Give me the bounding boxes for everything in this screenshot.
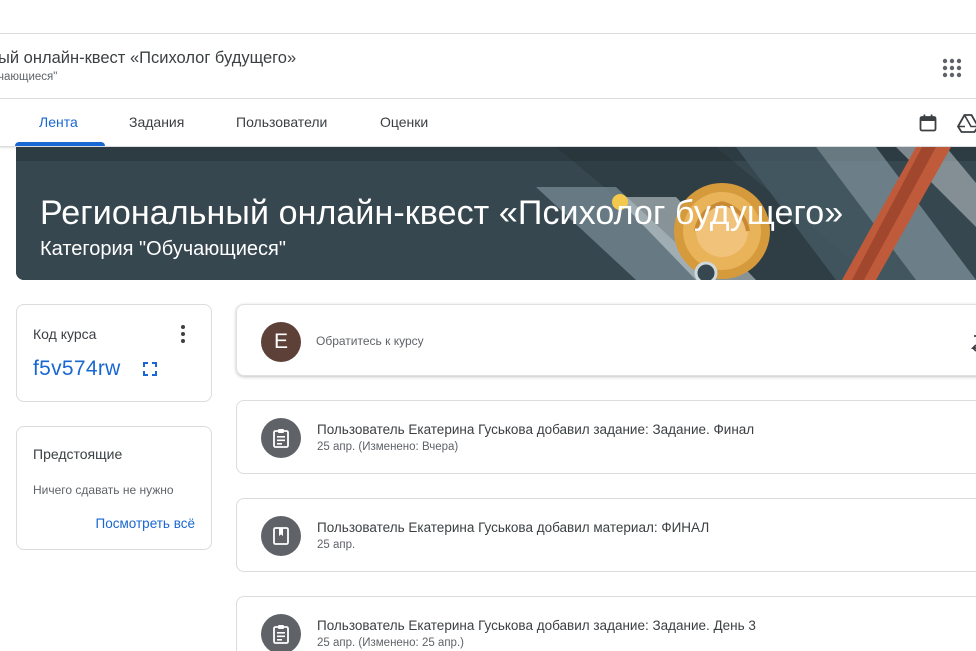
- tab-classwork[interactable]: Задания: [129, 99, 184, 146]
- upcoming-empty-text: Ничего сдавать не нужно: [33, 483, 174, 497]
- user-avatar: E: [261, 322, 301, 362]
- post-date: 25 апр. (Изменено: 25 апр.): [317, 637, 464, 649]
- class-code-value: f5v574rw: [33, 357, 121, 380]
- assignment-icon: [261, 614, 301, 651]
- stream-post[interactable]: Пользователь Екатерина Гуськова добавил …: [236, 596, 976, 651]
- active-tab-indicator: [15, 142, 105, 146]
- post-date: 25 апр. (Изменено: Вчера): [317, 441, 459, 453]
- material-icon: [261, 516, 301, 556]
- view-all-link[interactable]: Посмотреть всё: [96, 516, 195, 531]
- upcoming-title: Предстоящие: [33, 446, 123, 462]
- calendar-icon[interactable]: [918, 113, 938, 133]
- upcoming-card: Предстоящие Ничего сдавать не нужно Посм…: [16, 426, 212, 550]
- stream-post[interactable]: Пользователь Екатерина Гуськова добавил …: [236, 400, 976, 474]
- stream-post[interactable]: Пользователь Екатерина Гуськова добавил …: [236, 498, 976, 572]
- class-code-label: Код курса: [33, 326, 97, 342]
- tab-people[interactable]: Пользователи: [236, 99, 327, 146]
- class-title: ый онлайн-квест «Психолог будущего»: [0, 49, 297, 67]
- post-date: 25 апр.: [317, 539, 356, 551]
- class-banner: Региональный онлайн-квест «Психолог буду…: [16, 147, 976, 280]
- drive-icon[interactable]: [957, 112, 976, 134]
- announce-compose-box[interactable]: E Обратитесь к курсу: [236, 304, 976, 376]
- tab-stream[interactable]: Лента: [39, 99, 78, 146]
- more-vert-icon[interactable]: [175, 324, 191, 344]
- class-subtitle: чающиеся": [0, 71, 58, 83]
- apps-grid-icon[interactable]: [941, 57, 963, 79]
- tab-grades[interactable]: Оценки: [380, 99, 428, 146]
- post-title: Пользователь Екатерина Гуськова добавил …: [317, 422, 755, 437]
- class-tabs: Лента Задания Пользователи Оценки: [0, 99, 976, 147]
- assignment-icon: [261, 418, 301, 458]
- fullscreen-icon[interactable]: [142, 361, 158, 377]
- banner-subtitle: Категория "Обучающиеся": [40, 238, 286, 260]
- post-title: Пользователь Екатерина Гуськова добавил …: [317, 618, 756, 633]
- post-title: Пользователь Екатерина Гуськова добавил …: [317, 520, 710, 535]
- class-header: ый онлайн-квест «Психолог будущего» чающ…: [0, 34, 976, 99]
- class-code-card: Код курса f5v574rw: [16, 304, 212, 402]
- banner-title: Региональный онлайн-квест «Психолог буду…: [40, 194, 844, 232]
- classroom-page: ый онлайн-квест «Психолог будущего» чающ…: [0, 0, 976, 651]
- browser-top-strip: [0, 0, 976, 34]
- announce-placeholder[interactable]: Обратитесь к курсу: [316, 334, 424, 348]
- repost-icon[interactable]: [970, 332, 976, 352]
